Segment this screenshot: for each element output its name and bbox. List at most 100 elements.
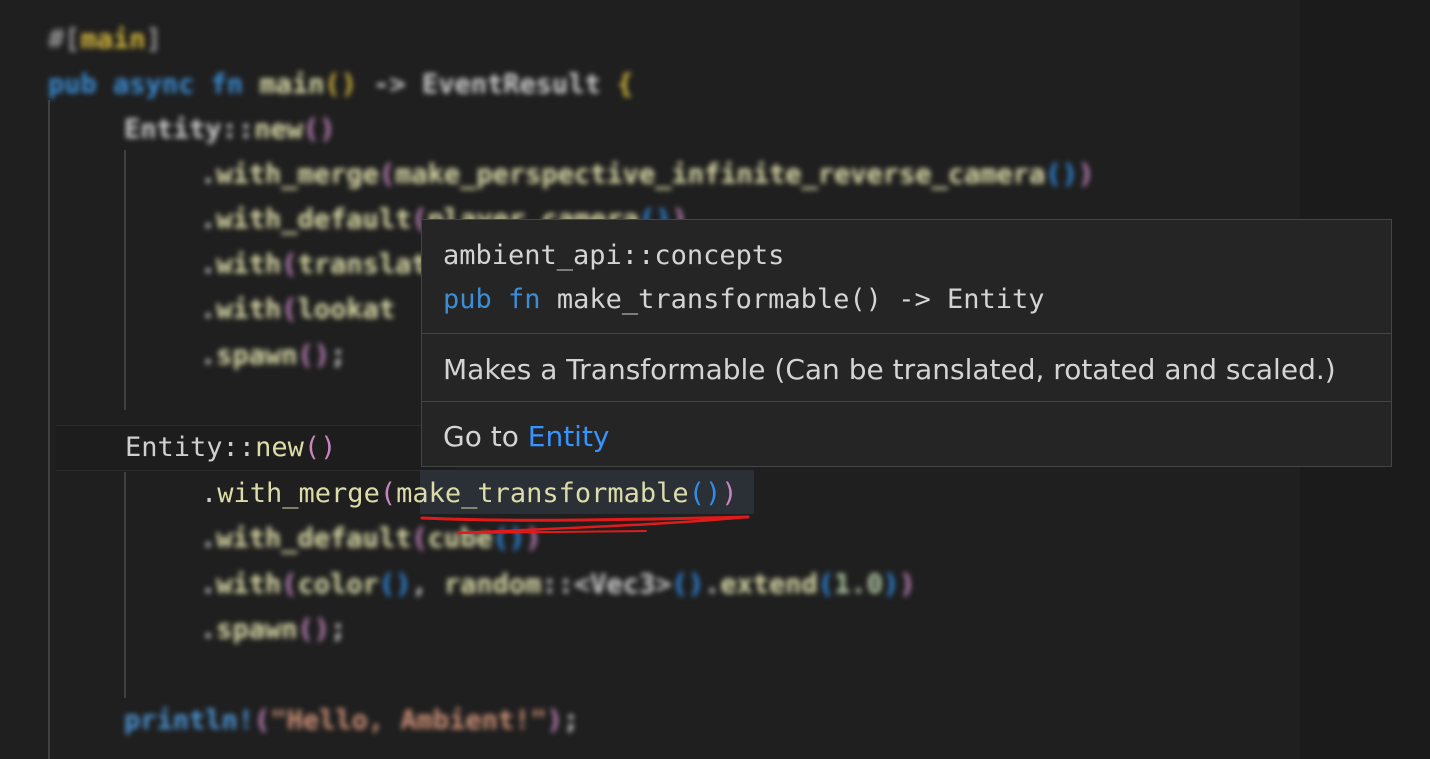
goto-label: Go to bbox=[443, 420, 519, 453]
code-token: . bbox=[200, 159, 217, 190]
code-token: ( bbox=[281, 294, 298, 325]
code-token: color bbox=[297, 569, 379, 600]
code-token: Vec3 bbox=[590, 569, 656, 600]
signature-rest: make_transformable() -> Entity bbox=[556, 284, 1045, 315]
function-signature: pub fn make_transformable() -> Entity bbox=[443, 278, 1391, 322]
code-token: ) bbox=[546, 705, 563, 736]
fn-keyword: fn bbox=[508, 284, 541, 315]
code-token: ::< bbox=[541, 569, 591, 600]
code-token: ( bbox=[281, 249, 298, 280]
code-token: :: bbox=[222, 432, 256, 463]
hover-description: Makes a Transformable (Can be translated… bbox=[422, 348, 1391, 392]
code-line[interactable]: Entity::new() bbox=[125, 425, 336, 471]
code-token: 1.0 bbox=[834, 569, 883, 600]
code-line[interactable]: .with(color(), random::<Vec3>().extend(1… bbox=[200, 562, 915, 608]
code-token: ( bbox=[379, 478, 397, 509]
code-token: with bbox=[216, 249, 282, 280]
code-token: Entity bbox=[124, 114, 222, 145]
code-token: :: bbox=[221, 114, 255, 145]
code-token: () bbox=[303, 432, 337, 463]
code-line[interactable]: .spawn(); bbox=[200, 333, 346, 379]
code-token: make_perspective_infinite_reverse_camera bbox=[395, 159, 1046, 190]
code-token: ) bbox=[899, 569, 916, 600]
code-token: ; bbox=[330, 614, 347, 645]
code-token: make_transformable bbox=[396, 478, 689, 509]
code-token: ) bbox=[721, 478, 738, 509]
code-line[interactable]: .with_merge(make_perspective_infinite_re… bbox=[200, 152, 1094, 198]
code-token: . bbox=[704, 569, 721, 600]
code-line[interactable]: println!("Hello, Ambient!"); bbox=[124, 698, 579, 744]
code-line[interactable]: .with(lookat bbox=[200, 287, 395, 333]
code-token: > bbox=[655, 569, 672, 600]
code-token: pub bbox=[48, 69, 97, 100]
code-token: "Hello, Ambient!" bbox=[270, 705, 547, 736]
code-token: async bbox=[113, 69, 195, 100]
code-token: . bbox=[200, 614, 217, 645]
code-token: with bbox=[216, 569, 282, 600]
code-token: , bbox=[411, 569, 444, 600]
hover-actions: Go to Entity bbox=[422, 415, 1391, 459]
code-token: () bbox=[302, 114, 336, 145]
code-token: ( bbox=[817, 569, 835, 600]
code-token: . bbox=[200, 340, 217, 371]
code-token: with_default bbox=[216, 204, 412, 235]
hover-tooltip: ambient_api::concepts pub fn make_transf… bbox=[421, 219, 1392, 467]
code-line[interactable]: .spawn(); bbox=[200, 607, 346, 653]
code-token: spawn bbox=[216, 340, 298, 371]
code-token: new bbox=[255, 432, 304, 463]
code-token: { bbox=[617, 69, 634, 100]
code-token: lookat bbox=[297, 294, 396, 325]
code-token: new bbox=[254, 114, 303, 145]
goto-entity-link[interactable]: Entity bbox=[528, 420, 610, 453]
code-token: Entity bbox=[125, 432, 223, 463]
code-token: random bbox=[443, 569, 542, 600]
code-line[interactable]: #[main] bbox=[48, 17, 162, 63]
code-token: . bbox=[200, 249, 217, 280]
description-text: Makes a Transformable (Can be translated… bbox=[443, 353, 1336, 386]
code-token: ( bbox=[254, 705, 271, 736]
hover-signature: ambient_api::concepts pub fn make_transf… bbox=[422, 234, 1391, 322]
indent-guide bbox=[124, 472, 126, 698]
code-token: () bbox=[297, 614, 331, 645]
code-token: main bbox=[80, 24, 146, 55]
code-token: with_default bbox=[216, 523, 412, 554]
code-token: . bbox=[200, 569, 217, 600]
indent-guide bbox=[124, 150, 126, 410]
code-line[interactable]: Entity::new() bbox=[124, 107, 335, 153]
code-token: with bbox=[216, 294, 282, 325]
code-token: . bbox=[200, 204, 217, 235]
code-token: println! bbox=[124, 705, 255, 736]
code-token: ( bbox=[378, 159, 396, 190]
code-token: with_merge bbox=[217, 478, 380, 509]
code-line[interactable]: pub async fn main() -> EventResult { bbox=[48, 62, 633, 108]
code-token: EventResult bbox=[421, 69, 601, 100]
code-token: () bbox=[1045, 159, 1078, 190]
pub-keyword: pub bbox=[443, 284, 492, 315]
code-token: ; bbox=[562, 705, 580, 736]
code-token: () bbox=[297, 340, 331, 371]
code-token: . bbox=[200, 523, 217, 554]
code-token: . bbox=[200, 294, 217, 325]
code-token: extend bbox=[720, 569, 818, 600]
code-token: -> bbox=[356, 69, 422, 100]
code-token: main bbox=[259, 69, 325, 100]
code-token: #[ bbox=[48, 24, 81, 55]
code-token: () bbox=[688, 478, 722, 509]
code-token: . bbox=[201, 478, 218, 509]
squiggle-annotation bbox=[420, 515, 750, 535]
code-token: spawn bbox=[216, 614, 298, 645]
code-token: () bbox=[671, 569, 705, 600]
indent-guide bbox=[48, 100, 50, 759]
hover-divider bbox=[422, 401, 1391, 402]
code-token: () bbox=[378, 569, 412, 600]
code-token: ; bbox=[330, 340, 347, 371]
hover-divider bbox=[422, 333, 1391, 334]
code-token: with_merge bbox=[216, 159, 379, 190]
module-path: ambient_api::concepts bbox=[443, 240, 785, 271]
code-token: ) bbox=[1077, 159, 1095, 190]
code-token: fn bbox=[210, 69, 244, 100]
